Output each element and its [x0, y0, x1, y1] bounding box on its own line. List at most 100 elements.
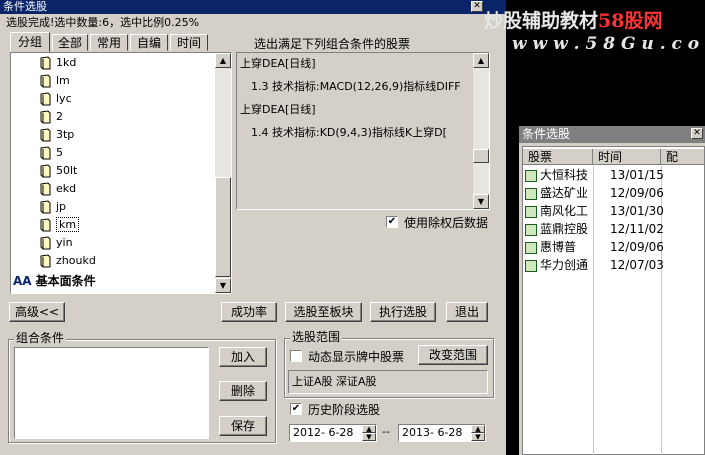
date-to-down-icon[interactable]: ▼: [471, 433, 485, 441]
result-row[interactable]: 南风化工 13/01/30: [523, 203, 703, 220]
watermark-title: 炒股辅助教材58股网: [484, 10, 663, 32]
tree-item[interactable]: lm: [39, 73, 70, 89]
tree-item-label: yin: [56, 236, 73, 249]
condition-tree[interactable]: 1kd lm lyc 2 3tp 5 50lt ekd jp km yin zhoukd AA 基本面条…: [10, 52, 232, 294]
range-display: 上证A股 深证A股: [288, 370, 488, 394]
history-checkbox[interactable]: ✔: [290, 403, 302, 415]
stock-icon: [525, 241, 537, 254]
conditions-header: 选出满足下列组合条件的股票: [254, 37, 411, 51]
add-button[interactable]: 加入: [219, 347, 267, 367]
stock-date: 12/11/02: [610, 222, 664, 236]
stock-icon: [525, 259, 537, 272]
fundamentals-icon: AA: [13, 274, 32, 288]
result-row[interactable]: 华力创通 12/07/03: [523, 257, 703, 274]
tab-all[interactable]: 全部: [52, 34, 88, 51]
close-icon[interactable]: ✕: [691, 128, 703, 139]
scroll-thumb[interactable]: [215, 177, 231, 277]
stock-name: 蓝鼎控股: [540, 222, 589, 236]
result-row[interactable]: 蓝鼎控股 12/11/02: [523, 221, 703, 238]
scroll-up-icon[interactable]: ▲: [473, 53, 489, 68]
condition-line-1: 上穿DEA[日线]: [240, 57, 316, 70]
scroll-up-icon[interactable]: ▲: [215, 53, 231, 68]
tree-item[interactable]: 5: [39, 145, 63, 161]
folder-icon: [40, 164, 51, 178]
col-header-time[interactable]: 时间: [593, 149, 661, 165]
tree-item[interactable]: ekd: [39, 181, 76, 197]
tree-item-label: 2: [56, 110, 63, 123]
use-adjusted-checkbox[interactable]: ✔: [386, 216, 398, 228]
tree-item-label: 50lt: [56, 164, 78, 177]
tree-item-label: 3tp: [56, 128, 75, 141]
tree-item[interactable]: yin: [39, 235, 73, 251]
folder-icon: [40, 200, 51, 214]
tree-item[interactable]: lyc: [39, 91, 72, 107]
folder-icon: [40, 74, 51, 88]
date-from-up-icon[interactable]: ▲: [362, 425, 376, 433]
conditions-list[interactable]: 上穿DEA[日线] 1.3 技术指标:MACD(12,26,9)指标线DIFF …: [236, 52, 490, 210]
dynamic-display-label: 动态显示牌中股票: [308, 350, 405, 364]
select-to-block-button[interactable]: 选股至板块: [285, 302, 362, 322]
folder-icon: [40, 254, 51, 268]
col-header-stock[interactable]: 股票: [523, 149, 593, 165]
folder-icon: [40, 218, 51, 232]
date-separator: --: [382, 425, 390, 438]
tree-item[interactable]: 50lt: [39, 163, 77, 179]
result-row[interactable]: 惠博普 12/09/06: [523, 239, 703, 256]
folder-icon: [40, 92, 51, 106]
history-label: 历史阶段选股: [308, 403, 381, 417]
folder-icon: [40, 56, 51, 70]
close-icon[interactable]: ✕: [471, 1, 483, 12]
tree-item-label: ekd: [56, 182, 77, 195]
date-from-down-icon[interactable]: ▼: [362, 433, 376, 441]
stock-name: 大恒科技: [540, 168, 589, 182]
advanced-button[interactable]: 高级<<: [9, 302, 65, 322]
scroll-down-icon[interactable]: ▼: [473, 194, 489, 209]
tree-item[interactable]: zhoukd: [39, 253, 96, 269]
tree-item-fundamentals[interactable]: AA 基本面条件: [13, 273, 96, 289]
combo-condition-list[interactable]: [14, 347, 209, 439]
col-header-match[interactable]: 配: [661, 149, 705, 165]
scroll-down-icon[interactable]: ▼: [215, 278, 231, 293]
date-to-up-icon[interactable]: ▲: [471, 425, 485, 433]
folder-icon: [40, 110, 51, 124]
folder-icon: [40, 236, 51, 250]
delete-button[interactable]: 删除: [219, 381, 267, 401]
tab-group[interactable]: 分组: [10, 32, 50, 52]
tree-item-label: 5: [56, 146, 63, 159]
tab-time[interactable]: 时间: [170, 34, 208, 51]
tree-item-label: zhoukd: [56, 254, 96, 267]
success-rate-button[interactable]: 成功率: [221, 302, 277, 322]
tree-scrollbar[interactable]: ▲ ▼: [215, 53, 231, 293]
tree-item[interactable]: km: [39, 217, 80, 233]
stock-date: 12/09/06: [610, 240, 664, 254]
status-text: 选股完成!选中数量:6，选中比例0.25%: [6, 16, 200, 29]
result-window: 条件选股 ✕ 股票 时间 配 大恒科技 13/01/15 盛达矿业 12/09/06 南…: [519, 126, 705, 455]
tree-item[interactable]: jp: [39, 199, 66, 215]
condition-line-2: 1.3 技术指标:MACD(12,26,9)指标线DIFF: [251, 80, 461, 93]
dynamic-display-checkbox[interactable]: [290, 350, 302, 362]
exit-button[interactable]: 退出: [446, 302, 488, 322]
window-title-bar: 条件选股: [0, 0, 506, 14]
use-adjusted-label: 使用除权后数据: [404, 216, 489, 230]
result-row[interactable]: 盛达矿业 12/09/06: [523, 185, 703, 202]
result-row[interactable]: 大恒科技 13/01/15: [523, 167, 703, 184]
folder-icon: [40, 146, 51, 160]
scroll-thumb[interactable]: [473, 149, 489, 163]
execute-button[interactable]: 执行选股: [370, 302, 436, 322]
tree-item[interactable]: 1kd: [39, 55, 76, 71]
conditions-scrollbar[interactable]: ▲ ▼: [473, 53, 489, 209]
tab-common[interactable]: 常用: [90, 34, 128, 51]
stock-icon: [525, 169, 537, 182]
stock-filter-window: 条件选股 ✕ 选股完成!选中数量:6，选中比例0.25% 分组 全部 常用 自编…: [0, 0, 506, 455]
stock-date: 12/07/03: [610, 258, 664, 272]
tree-item[interactable]: 2: [39, 109, 63, 125]
tab-custom[interactable]: 自编: [130, 34, 168, 51]
save-button[interactable]: 保存: [219, 416, 267, 436]
tree-item-label: jp: [56, 200, 67, 213]
tree-item-label: lyc: [56, 92, 72, 105]
range-group-label: 选股范围: [290, 330, 343, 344]
tree-item[interactable]: 3tp: [39, 127, 74, 143]
stock-date: 13/01/15: [610, 168, 664, 182]
change-range-button[interactable]: 改变范围: [418, 345, 488, 365]
result-window-title: 条件选股: [522, 127, 571, 141]
